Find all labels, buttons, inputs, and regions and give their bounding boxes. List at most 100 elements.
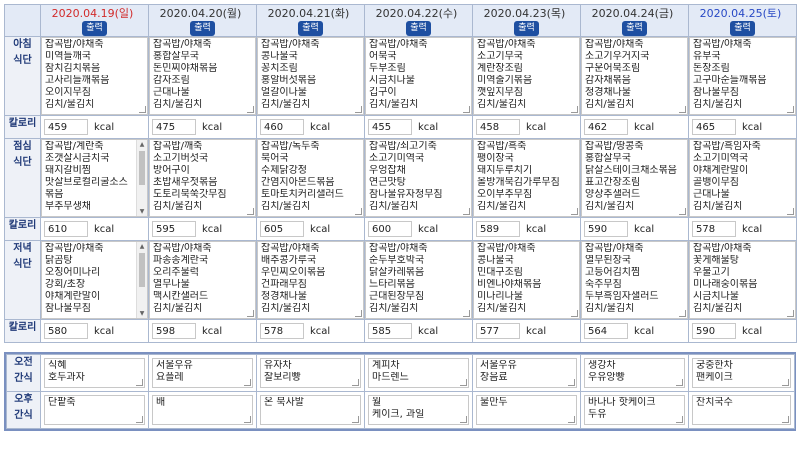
- lunch-menu-textarea[interactable]: 잡곡밥/계란죽 조갯살시금치국 돼지갈비찜 맛살브로컬리굴소스 볶음 부추무생채 ▲ ▼: [41, 139, 148, 217]
- breakfast-menu-textarea[interactable]: 잡곡밥/야채죽 어묵국 두부조림 시금치나물 깁구이 김치/물김치: [365, 37, 472, 115]
- calorie-input[interactable]: 590: [584, 221, 628, 237]
- print-button[interactable]: 출력: [298, 21, 323, 36]
- am-snack-textarea[interactable]: 유자차 찰보리빵: [260, 358, 361, 388]
- lunch-menu-textarea[interactable]: 잡곡밥/흑임자죽 소고기미역국 야채계란말이 골뱅이무침 근대나물 김치/물김치: [689, 139, 796, 217]
- calorie-input[interactable]: 598: [152, 323, 196, 339]
- calorie-input[interactable]: 577: [476, 323, 520, 339]
- pm-snack-textarea[interactable]: 배: [152, 395, 253, 425]
- calorie-input[interactable]: 605: [260, 221, 304, 237]
- scroll-down-icon[interactable]: ▼: [137, 309, 147, 318]
- calorie-input[interactable]: 455: [368, 119, 412, 135]
- lunch-menu-textarea[interactable]: 잡곡밥/흑죽 팽이장국 돼지두루치기 올방개묵김가루무침 오이부추무침 김치/물김치: [473, 139, 580, 217]
- resize-handle[interactable]: [460, 379, 467, 386]
- breakfast-menu-textarea[interactable]: 잡곡밥/야채죽 소고기무국 계란장조림 미역줄기볶음 깻잎지무침 김치/물김치: [473, 37, 580, 115]
- calorie-input[interactable]: 595: [152, 221, 196, 237]
- calorie-input[interactable]: 460: [260, 119, 304, 135]
- resize-handle[interactable]: [676, 416, 683, 423]
- resize-handle[interactable]: [355, 208, 362, 215]
- breakfast-menu-textarea[interactable]: 잡곡밥/야채죽 홍합살무국 돈민찌야채볶음 감자조림 근대나물 김치/물김치: [149, 37, 256, 115]
- calorie-input[interactable]: 610: [44, 221, 88, 237]
- print-button[interactable]: 출력: [622, 21, 647, 36]
- calorie-input[interactable]: 578: [692, 221, 736, 237]
- pm-snack-textarea[interactable]: 물만두: [476, 395, 577, 425]
- am-snack-textarea[interactable]: 서울우유 장음료: [476, 358, 577, 388]
- pm-snack-textarea[interactable]: 바나나 핫케이크 두유: [584, 395, 685, 425]
- resize-handle[interactable]: [787, 208, 794, 215]
- dinner-menu-textarea[interactable]: 잡곡밥/야채죽 파송송계란국 오리주물럭 열무나물 맥시칸샐러드 김치/물김치: [149, 241, 256, 319]
- resize-handle[interactable]: [460, 416, 467, 423]
- scroll-up-icon[interactable]: ▲: [137, 242, 147, 251]
- pm-snack-textarea[interactable]: 월 케이크, 과일: [368, 395, 469, 425]
- scrollbar-thumb[interactable]: [139, 253, 145, 287]
- am-snack-textarea[interactable]: 생강차 우유앙빵: [584, 358, 685, 388]
- resize-handle[interactable]: [787, 106, 794, 113]
- resize-handle[interactable]: [463, 106, 470, 113]
- dinner-menu-textarea[interactable]: 잡곡밥/야채죽 꽃게해물탕 우불고기 미나래숭이볶음 시금치나물 김치/물김치: [689, 241, 796, 319]
- calorie-input[interactable]: 580: [44, 323, 88, 339]
- lunch-menu-textarea[interactable]: 잡곡밥/쇠고기죽 소고기미역국 우엉잡채 연근맛탕 참나물유자청무침 김치/물김치: [365, 139, 472, 217]
- scroll-down-icon[interactable]: ▼: [137, 207, 147, 216]
- am-snack-textarea[interactable]: 서울우유 요플레: [152, 358, 253, 388]
- calorie-input[interactable]: 475: [152, 119, 196, 135]
- breakfast-menu-textarea[interactable]: 잡곡밥/야채죽 유부국 돈장조림 고구마순들깨볶음 참나물무침 김치/물김치: [689, 37, 796, 115]
- am-snack-textarea[interactable]: 궁중한차 팬케이크: [692, 358, 791, 388]
- resize-handle[interactable]: [676, 379, 683, 386]
- resize-handle[interactable]: [568, 379, 575, 386]
- resize-handle[interactable]: [247, 106, 254, 113]
- print-button[interactable]: 출력: [82, 21, 107, 36]
- pm-snack-textarea[interactable]: 잔치국수: [692, 395, 791, 425]
- lunch-menu-textarea[interactable]: 잡곡밥/땅콩죽 홍합살무국 닭살스테이크채소볶음 표고간장조림 양상추샐러드 김치/물김치: [581, 139, 688, 217]
- calorie-input[interactable]: 600: [368, 221, 412, 237]
- calorie-input[interactable]: 462: [584, 119, 628, 135]
- lunch-menu-textarea[interactable]: 잡곡밥/녹두죽 북어국 수제닭강정 간염지아몬드볶음 토마토치커리샐러드 김치/물김치: [257, 139, 364, 217]
- resize-handle[interactable]: [782, 416, 789, 423]
- am-snack-textarea[interactable]: 계피차 마드렌느: [368, 358, 469, 388]
- pm-snack-textarea[interactable]: 온 묵사발: [260, 395, 361, 425]
- resize-handle[interactable]: [571, 310, 578, 317]
- resize-handle[interactable]: [679, 208, 686, 215]
- resize-handle[interactable]: [136, 379, 143, 386]
- calorie-input[interactable]: 458: [476, 119, 520, 135]
- calorie-input[interactable]: 578: [260, 323, 304, 339]
- am-snack-textarea[interactable]: 식혜 호두과자: [44, 358, 145, 388]
- resize-handle[interactable]: [571, 106, 578, 113]
- dinner-menu-textarea[interactable]: 잡곡밥/야채죽 배추콩가루국 우민찌오이볶음 건파래무침 청경채나물 김치/물김치: [257, 241, 364, 319]
- dinner-menu-textarea[interactable]: 잡곡밥/야채죽 열무된장국 고등어김치찜 숙주무침 두부흑임자샐러드 김치/물김치: [581, 241, 688, 319]
- print-button[interactable]: 출력: [406, 21, 431, 36]
- breakfast-menu-textarea[interactable]: 잡곡밥/야채죽 콩나물국 꽁치조림 홍알버섯볶음 얼갈이나물 김치/물김치: [257, 37, 364, 115]
- scrollbar[interactable]: ▲ ▼: [136, 140, 147, 216]
- resize-handle[interactable]: [787, 310, 794, 317]
- resize-handle[interactable]: [139, 106, 146, 113]
- resize-handle[interactable]: [355, 310, 362, 317]
- resize-handle[interactable]: [136, 416, 143, 423]
- resize-handle[interactable]: [679, 310, 686, 317]
- resize-handle[interactable]: [247, 208, 254, 215]
- scrollbar-thumb[interactable]: [139, 151, 145, 185]
- calorie-input[interactable]: 564: [584, 323, 628, 339]
- scrollbar[interactable]: ▲ ▼: [136, 242, 147, 318]
- resize-handle[interactable]: [679, 106, 686, 113]
- breakfast-menu-textarea[interactable]: 잡곡밥/야채죽 소고기우거지국 구운어묵조림 감자채볶음 청경채나물 김치/물김치: [581, 37, 688, 115]
- dinner-menu-textarea[interactable]: 잡곡밥/야채죽 닭곰탕 오징어미나리 강회/초장 야채계란말이 참나물무침 ▲ ▼: [41, 241, 148, 319]
- calorie-input[interactable]: 459: [44, 119, 88, 135]
- print-button[interactable]: 출력: [730, 21, 755, 36]
- resize-handle[interactable]: [244, 416, 251, 423]
- scroll-up-icon[interactable]: ▲: [137, 140, 147, 149]
- resize-handle[interactable]: [463, 310, 470, 317]
- resize-handle[interactable]: [355, 106, 362, 113]
- resize-handle[interactable]: [568, 416, 575, 423]
- lunch-menu-textarea[interactable]: 잡곡밥/깨죽 소고기버섯국 방어구이 초밥새우젓볶음 도토리묵쑥갓무침 김치/물김치: [149, 139, 256, 217]
- resize-handle[interactable]: [244, 379, 251, 386]
- pm-snack-textarea[interactable]: 단팥죽: [44, 395, 145, 425]
- resize-handle[interactable]: [782, 379, 789, 386]
- calorie-input[interactable]: 590: [692, 323, 736, 339]
- resize-handle[interactable]: [352, 416, 359, 423]
- print-button[interactable]: 출력: [514, 21, 539, 36]
- dinner-menu-textarea[interactable]: 잡곡밥/야채죽 콩나물국 민대구조림 비엔나야채볶음 미나리나물 김치/물김치: [473, 241, 580, 319]
- dinner-menu-textarea[interactable]: 잡곡밥/야채죽 순두부호박국 닭살카레볶음 느타리볶음 근대된장무침 김치/물김치: [365, 241, 472, 319]
- calorie-input[interactable]: 585: [368, 323, 412, 339]
- resize-handle[interactable]: [247, 310, 254, 317]
- resize-handle[interactable]: [352, 379, 359, 386]
- breakfast-menu-textarea[interactable]: 잡곡밥/야채죽 미역들깨국 참치김치볶음 고사리들깨볶음 오이지무침 김치/물김치: [41, 37, 148, 115]
- resize-handle[interactable]: [463, 208, 470, 215]
